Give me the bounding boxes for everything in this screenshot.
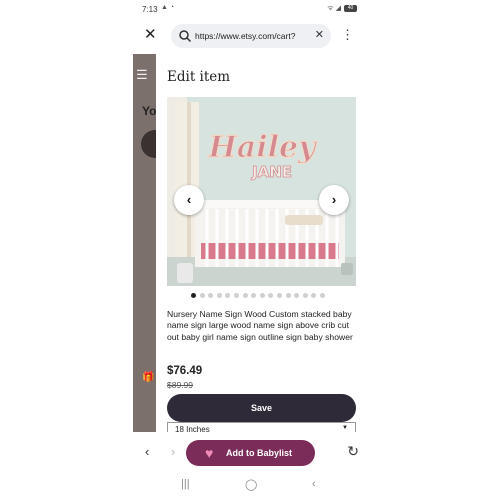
notification-icons: ▲ ◔ [161,4,175,11]
panel-title: Edit item [167,69,231,85]
carousel-dot[interactable] [259,293,265,298]
search-icon [179,30,192,43]
phone-screen: 7:13 ▲ ◔ ᯤ ◢ 40 ✕ https://www.etsy.com/c… [133,0,367,500]
original-price: $89.99 [167,380,193,390]
recent-apps-icon[interactable]: ||| [181,478,190,490]
product-description: Nursery Name Sign Wood Custom stacked ba… [167,309,353,342]
system-back-icon[interactable]: ‹ [312,478,316,490]
image-name-top: Hailey [207,130,318,165]
background-avatar [141,130,157,158]
carousel-dot[interactable] [233,293,239,298]
carousel-dot[interactable] [294,293,300,298]
back-arrow-icon[interactable]: ‹ [145,444,149,459]
dropdown-caret-icon: ▼ [342,425,348,431]
carousel-dot[interactable] [285,293,291,298]
carousel-dots [191,293,325,298]
more-vert-icon[interactable]: ⋮ [341,28,354,42]
carousel-dot[interactable] [216,293,222,298]
browser-toolbar: ✕ https://www.etsy.com/cart? ✕ ⋮ [133,20,367,52]
edit-item-panel: Edit item Hailey JANE ‹ › Nursery Name S… [156,54,367,436]
add-to-babylist-button[interactable]: ♥ Add to Babylist [186,440,315,466]
home-icon[interactable]: ◯ [245,478,257,491]
carousel-dot[interactable] [208,293,214,298]
status-bar: 7:13 ▲ ◔ ᯤ ◢ 40 [133,0,367,18]
product-image: Hailey JANE ‹ › [167,97,356,286]
product-price: $76.49 [167,365,203,377]
save-button[interactable]: Save [167,394,356,422]
battery-icon: 40 [344,5,357,12]
bottom-toolbar: ‹ › ♥ Add to Babylist ↻ [133,432,367,474]
url-bar[interactable]: https://www.etsy.com/cart? ✕ [171,24,331,48]
heart-icon: ♥ [205,445,214,461]
url-text[interactable]: https://www.etsy.com/cart? [195,31,295,41]
forward-arrow-icon[interactable]: › [171,444,175,459]
status-time: 7:13 [142,5,158,14]
image-name-bottom: JANE [251,163,292,181]
carousel-dot[interactable] [225,293,231,298]
carousel-dot[interactable] [311,293,317,298]
carousel-dot[interactable] [242,293,248,298]
carousel-dot[interactable] [268,293,274,298]
background-heading: Yo [142,104,157,118]
carousel-dot[interactable] [319,293,325,298]
carousel-dot[interactable] [199,293,205,298]
clear-url-icon[interactable]: ✕ [315,28,324,41]
carousel-dot[interactable] [191,293,196,298]
add-to-babylist-label: Add to Babylist [226,448,293,458]
close-tab-icon[interactable]: ✕ [144,27,158,42]
next-image-button[interactable]: › [319,185,349,215]
carousel-dot[interactable] [302,293,308,298]
gift-icon: 🎁 [142,372,155,383]
android-nav-bar: ||| ◯ ‹ [133,474,367,500]
previous-image-button[interactable]: ‹ [174,185,204,215]
hamburger-menu-icon: ☰ [136,67,148,82]
carousel-dot[interactable] [276,293,282,298]
wifi-signal-icon: ᯤ ◢ [327,5,341,12]
carousel-dot[interactable] [251,293,257,298]
system-icons: ᯤ ◢ 40 [327,4,357,13]
reload-icon[interactable]: ↻ [347,443,359,460]
